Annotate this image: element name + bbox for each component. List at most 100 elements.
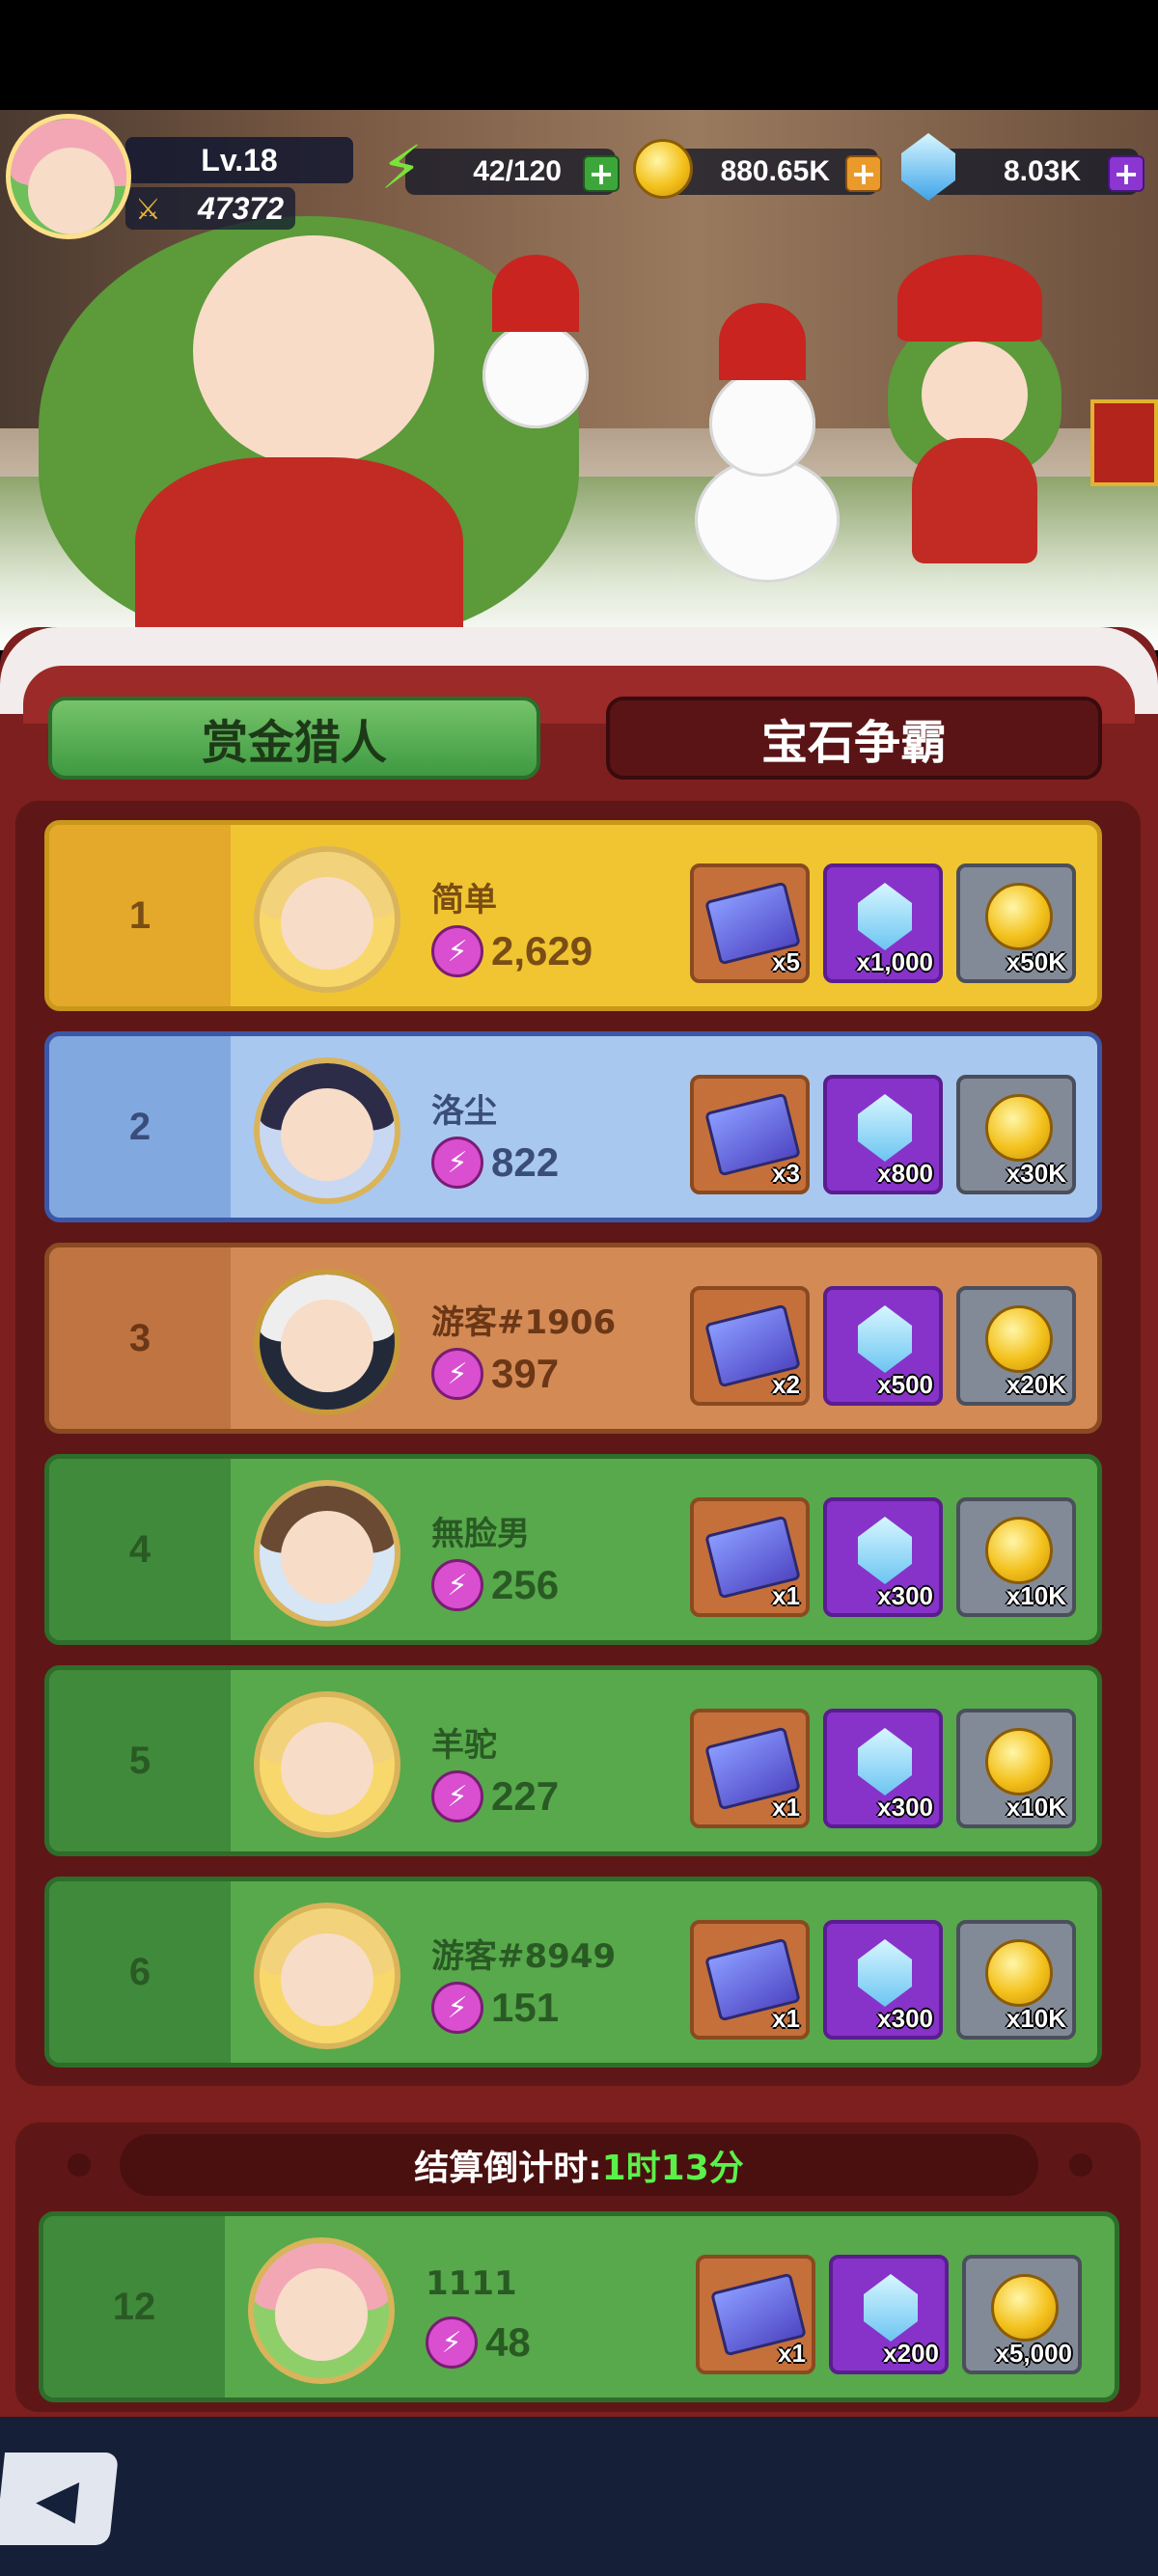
reward-qty: x300	[877, 1581, 933, 1610]
player-level: Lv.18	[201, 142, 278, 178]
avatar-face	[281, 1722, 373, 1815]
ticket-reward: x1	[690, 1709, 810, 1828]
energy-bolt-icon: ⚡	[431, 1559, 483, 1611]
energy-bolt-icon: ⚡	[431, 925, 483, 977]
rank-number: 4	[49, 1459, 231, 1640]
gem-icon	[858, 1939, 912, 2007]
reward-qty: x20K	[1006, 1370, 1066, 1399]
leaderboard-row[interactable]: 2 洛尘 ⚡ 822 x3 x800 x30K	[44, 1031, 1102, 1222]
reward-qty: x1,000	[856, 947, 933, 976]
gold-reward: x10K	[956, 1709, 1076, 1828]
ticket-reward: x5	[690, 863, 810, 983]
gem-icon	[858, 1094, 912, 1162]
avatar-face	[281, 1933, 373, 2026]
add-gem-button[interactable]: +	[1108, 155, 1144, 192]
gold-coin-icon	[985, 883, 1053, 950]
gold-reward: x30K	[956, 1075, 1076, 1194]
ticket-reward: x1	[690, 1497, 810, 1617]
rank-number: 3	[49, 1247, 231, 1429]
gem-icon	[858, 1517, 912, 1584]
ticket-reward: x1	[690, 1920, 810, 2040]
reward-qty: x1	[772, 1581, 800, 1610]
tab-gem-battle[interactable]: 宝石争霸	[606, 697, 1102, 780]
rank-number: 2	[49, 1036, 231, 1218]
snowman-front-hat	[719, 303, 806, 380]
reward-qty: x3	[772, 1159, 800, 1188]
power-icon: ⚔	[135, 193, 161, 227]
avatar	[254, 1269, 400, 1415]
main-character-face	[193, 235, 434, 467]
score: ⚡ 227	[431, 1770, 559, 1822]
add-gold-button[interactable]: +	[845, 155, 882, 192]
gem-reward: x1,000	[823, 863, 943, 983]
gold-value: 880.65K	[720, 155, 830, 187]
rank-number: 5	[49, 1670, 231, 1851]
ticket-reward: x1	[696, 2255, 815, 2374]
snowman-hat	[492, 255, 579, 332]
gem-icon	[858, 1728, 912, 1795]
avatar	[254, 846, 400, 993]
tab-bounty-hunter[interactable]: 赏金猎人	[48, 697, 540, 780]
back-arrow-icon: ◀	[33, 2467, 81, 2531]
gold-coin-icon	[985, 1305, 1053, 1373]
gem-pill: 8.03K	[926, 149, 1139, 195]
reward-qty: x1	[778, 2339, 806, 2368]
leaderboard-row[interactable]: 3 游客#1906 ⚡ 397 x2 x500 x20K	[44, 1243, 1102, 1434]
reward-qty: x1	[772, 1793, 800, 1822]
avatar-face	[281, 1300, 373, 1392]
player-name: 1111	[426, 2264, 517, 2303]
score-value: 151	[491, 1985, 560, 2030]
add-energy-button[interactable]: +	[583, 155, 620, 192]
leaderboard-row[interactable]: 4 無脸男 ⚡ 256 x1 x300 x10K	[44, 1454, 1102, 1645]
avatar	[254, 1057, 400, 1204]
decor-dot	[68, 2153, 91, 2177]
back-button[interactable]: ◀	[0, 2453, 120, 2545]
player-avatar[interactable]	[6, 114, 131, 239]
small-character-face	[922, 342, 1028, 448]
tab-label: 宝石争霸	[760, 716, 947, 770]
avatar-face	[275, 2268, 368, 2361]
ticket-reward: x3	[690, 1075, 810, 1194]
energy-bolt-icon: ⚡	[431, 1348, 483, 1400]
score-value: 227	[491, 1773, 560, 1819]
gem-reward: x200	[829, 2255, 949, 2374]
reward-qty: x10K	[1006, 2004, 1066, 2033]
gold-coin-icon	[991, 2274, 1059, 2342]
gem-icon	[858, 1305, 912, 1373]
avatar-face	[28, 148, 115, 234]
rank-number: 1	[49, 825, 231, 1006]
settlement-countdown: 结算倒计时: 1时13分	[120, 2134, 1038, 2196]
avatar	[254, 1903, 400, 2049]
avatar-face	[281, 1088, 373, 1181]
gold-reward: x10K	[956, 1920, 1076, 2040]
reward-qty: x200	[883, 2339, 939, 2368]
power-pill: ⚔ 47372	[125, 187, 295, 230]
leaderboard-row[interactable]: 5 羊驼 ⚡ 227 x1 x300 x10K	[44, 1665, 1102, 1856]
status-bar	[0, 0, 1158, 110]
gold-reward: x20K	[956, 1286, 1076, 1406]
gem-reward: x300	[823, 1709, 943, 1828]
decor-dot	[1069, 2153, 1092, 2177]
score-value: 256	[491, 1562, 560, 1607]
reward-qty: x500	[877, 1370, 933, 1399]
reward-qty: x1	[772, 2004, 800, 2033]
leaderboard-row[interactable]: 1 简单 ⚡ 2,629 x5 x1,000 x50K	[44, 820, 1102, 1011]
energy-bolt-icon: ⚡	[431, 1770, 483, 1822]
reward-qty: x10K	[1006, 1581, 1066, 1610]
score-value: 397	[491, 1351, 560, 1396]
gem-icon	[864, 2274, 918, 2342]
avatar	[254, 1691, 400, 1838]
reward-qty: x300	[877, 1793, 933, 1822]
energy-bolt-icon: ⚡	[431, 1982, 483, 2034]
gift-box	[1090, 399, 1158, 486]
score-value: 822	[491, 1139, 560, 1185]
snowman-back	[482, 322, 589, 428]
my-rank-row[interactable]: 12 1111 ⚡ 48 x1 x200 x5,000	[39, 2211, 1119, 2402]
gold-reward: x10K	[956, 1497, 1076, 1617]
leaderboard-row[interactable]: 6 游客#8949 ⚡ 151 x1 x300 x10K	[44, 1877, 1102, 2068]
energy-icon: ⚡	[380, 132, 423, 203]
score: ⚡ 397	[431, 1348, 559, 1400]
player-power: 47372	[198, 190, 284, 226]
reward-qty: x5,000	[995, 2339, 1072, 2368]
avatar	[248, 2237, 395, 2384]
